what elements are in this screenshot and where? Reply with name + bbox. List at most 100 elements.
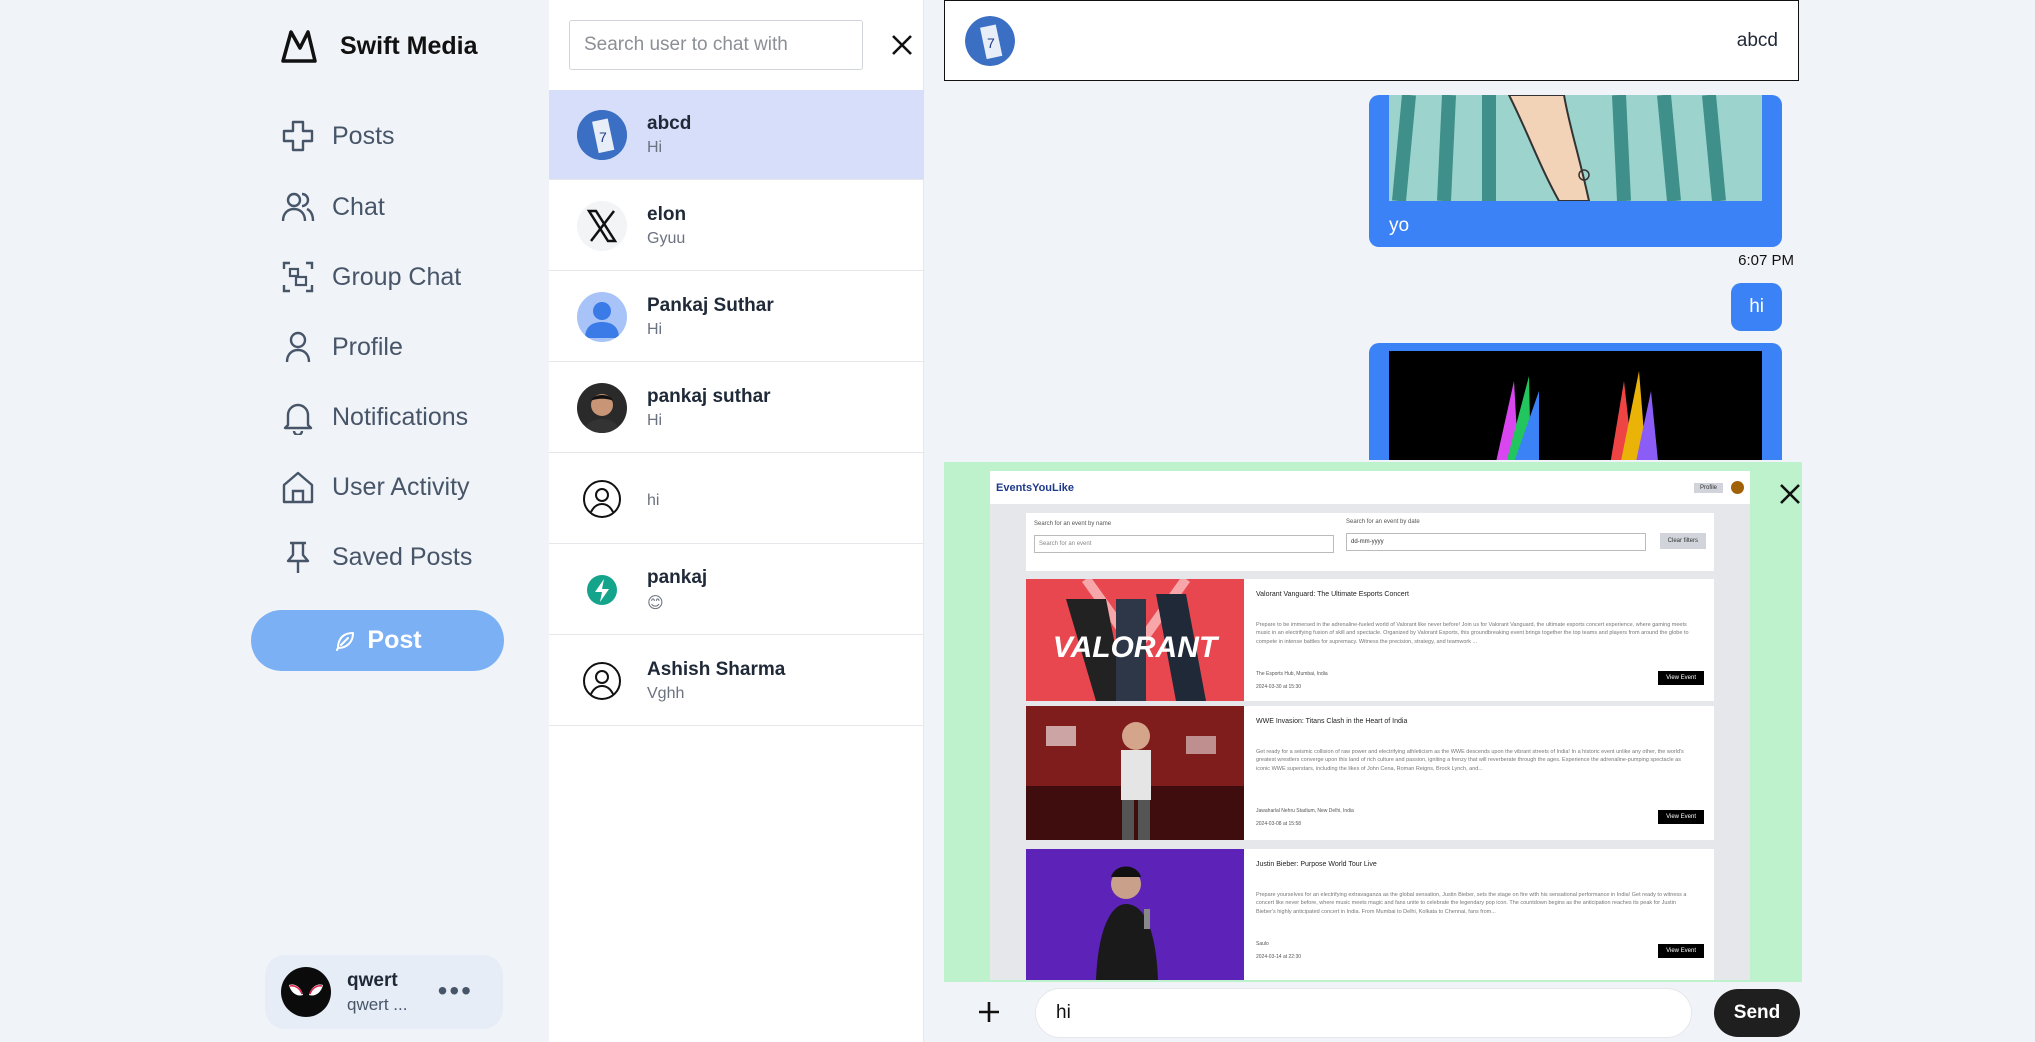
feather-icon xyxy=(336,631,355,651)
current-user-card[interactable]: qwert qwert ... ••• xyxy=(265,955,503,1029)
home-icon xyxy=(282,471,314,504)
post-button[interactable]: Post xyxy=(251,610,504,671)
chat-last-message: Hi xyxy=(647,411,663,429)
user-icon xyxy=(285,331,311,363)
nav-label: Notifications xyxy=(332,402,469,431)
post-button-label: Post xyxy=(367,626,422,654)
message-composer: Send xyxy=(944,985,1802,1042)
link-preview-overlay: EventsYouLike Profile Search for an even… xyxy=(944,462,1802,982)
message-text: yo xyxy=(1389,215,1410,236)
message-image[interactable] xyxy=(1389,95,1762,201)
send-button[interactable]: Send xyxy=(1714,989,1800,1037)
preview-profile-button: Profile xyxy=(1693,482,1723,493)
nav-user-activity[interactable]: User Activity xyxy=(280,469,470,505)
message-bubble[interactable] xyxy=(1369,343,1782,460)
brand[interactable]: Swift Media xyxy=(280,28,478,64)
user-handle: qwert ... xyxy=(347,994,408,1014)
preview-event-card: VALORANT Valorant Vanguard: The Ultimate… xyxy=(1026,579,1714,701)
event-date: 2024-03-30 at 15:30 xyxy=(1256,684,1302,690)
event-image xyxy=(1026,849,1244,980)
search-bar xyxy=(569,20,912,70)
x-logo-icon xyxy=(577,200,627,251)
chat-item-ashish-sharma[interactable]: Ashish Sharma Vghh xyxy=(549,636,924,726)
event-date: 2024-03-08 at 15:58 xyxy=(1256,821,1302,827)
pin-icon xyxy=(286,541,310,573)
close-icon[interactable] xyxy=(1776,480,1804,508)
avatar xyxy=(1731,481,1744,494)
preview-event-card: Justin Bieber: Purpose World Tour Live P… xyxy=(1026,849,1714,980)
chat-name: pankaj suthar xyxy=(647,385,771,407)
chat-name: abcd xyxy=(647,112,692,134)
preview-logo: EventsYouLike xyxy=(996,481,1075,494)
users-icon xyxy=(281,192,315,222)
message-timestamp: 6:07 PM xyxy=(1738,252,1794,269)
view-event-button: View Event xyxy=(1658,944,1704,958)
brand-name: Swift Media xyxy=(340,31,478,60)
nav-label: Chat xyxy=(332,192,385,221)
chat-name: Pankaj Suthar xyxy=(647,294,774,316)
nav-notifications[interactable]: Notifications xyxy=(280,399,468,435)
group-icon xyxy=(282,261,314,293)
search-input[interactable] xyxy=(569,20,863,70)
plus-icon[interactable] xyxy=(976,999,1002,1025)
event-image-text: VALORANT xyxy=(1053,631,1220,664)
bell-icon xyxy=(283,403,313,435)
avatar: 7 xyxy=(577,109,627,160)
preview-clear-filters: Clear filters xyxy=(1659,533,1706,549)
nav-label: Posts xyxy=(332,121,395,150)
message-bubble[interactable]: yo xyxy=(1369,95,1782,247)
logo-icon xyxy=(281,30,317,63)
nav-label: Saved Posts xyxy=(332,542,473,571)
chat-item-elon[interactable]: elon Gyuu xyxy=(549,181,924,271)
chat-last-message: hi xyxy=(647,491,660,509)
conversation-header: 7 abcd xyxy=(944,0,1799,81)
nav-posts[interactable]: Posts xyxy=(280,118,395,154)
event-description: Get ready for a seismic collision of raw… xyxy=(1256,749,1684,772)
avatar xyxy=(577,291,627,342)
preview-screenshot[interactable]: EventsYouLike Profile Search for an even… xyxy=(990,471,1750,980)
chat-item-pankaj-suthar[interactable]: Pankaj Suthar Hi xyxy=(549,272,924,362)
event-date: 2024-03-14 at 22:30 xyxy=(1256,954,1302,960)
event-image xyxy=(1026,706,1244,840)
avatar xyxy=(281,967,331,1017)
message-list[interactable]: yo 6:07 PM hi xyxy=(944,95,1802,460)
chat-item-pankaj-suthar-2[interactable]: pankaj suthar Hi xyxy=(549,363,924,453)
bolt-icon xyxy=(577,565,627,615)
preview-navbar: EventsYouLike Profile xyxy=(990,471,1750,504)
message-bubble[interactable]: hi xyxy=(1731,283,1782,331)
svg-text:7: 7 xyxy=(987,35,995,51)
chat-item-pankaj[interactable]: pankaj 😊 xyxy=(549,545,924,635)
more-icon[interactable]: ••• xyxy=(438,975,473,1007)
chat-list-panel: 7 abcd Hi elon Gyuu Pankaj Suthar Hi pan… xyxy=(549,0,924,1042)
chat-last-message: Gyuu xyxy=(647,229,686,247)
preview-date-field: dd-mm-yyyy xyxy=(1346,533,1646,551)
event-image: VALORANT xyxy=(1026,579,1244,701)
nav-group-chat[interactable]: Group Chat xyxy=(280,259,461,295)
chat-last-message: 😊 xyxy=(647,594,664,612)
chat-item-abcd[interactable]: 7 abcd Hi xyxy=(549,90,924,180)
preview-label: Search for an event by name xyxy=(1034,521,1112,527)
nav-chat[interactable]: Chat xyxy=(280,189,385,225)
event-title: Valorant Vanguard: The Ultimate Esports … xyxy=(1256,591,1409,598)
chat-last-message: Vghh xyxy=(647,684,685,702)
avatar xyxy=(577,382,627,433)
preview-search-field: Search for an event xyxy=(1034,535,1334,553)
view-event-button: View Event xyxy=(1658,810,1704,824)
nav-profile[interactable]: Profile xyxy=(280,329,403,365)
event-venue: The Esports Hub, Mumbai, India xyxy=(1256,671,1328,677)
event-description: Prepare to be immersed in the adrenaline… xyxy=(1256,622,1689,645)
nav-label: User Activity xyxy=(332,472,470,501)
event-title: Justin Bieber: Purpose World Tour Live xyxy=(1256,861,1377,868)
avatar[interactable]: 7 xyxy=(965,15,1015,66)
event-venue: Saulo xyxy=(1256,941,1269,947)
event-venue: Jawaharlal Nehru Stadium, New Delhi, Ind… xyxy=(1256,808,1354,814)
chat-name: elon xyxy=(647,203,687,225)
message-input[interactable] xyxy=(1035,988,1692,1038)
close-icon[interactable] xyxy=(889,32,915,58)
nav-saved-posts[interactable]: Saved Posts xyxy=(280,539,472,575)
chat-item-unnamed[interactable]: hi xyxy=(549,454,924,544)
preview-event-card: WWE Invasion: Titans Clash in the Heart … xyxy=(1026,706,1714,840)
nav-label: Group Chat xyxy=(332,262,462,291)
preview-label: Search for an event by date xyxy=(1346,519,1420,525)
message-image[interactable] xyxy=(1389,351,1762,460)
